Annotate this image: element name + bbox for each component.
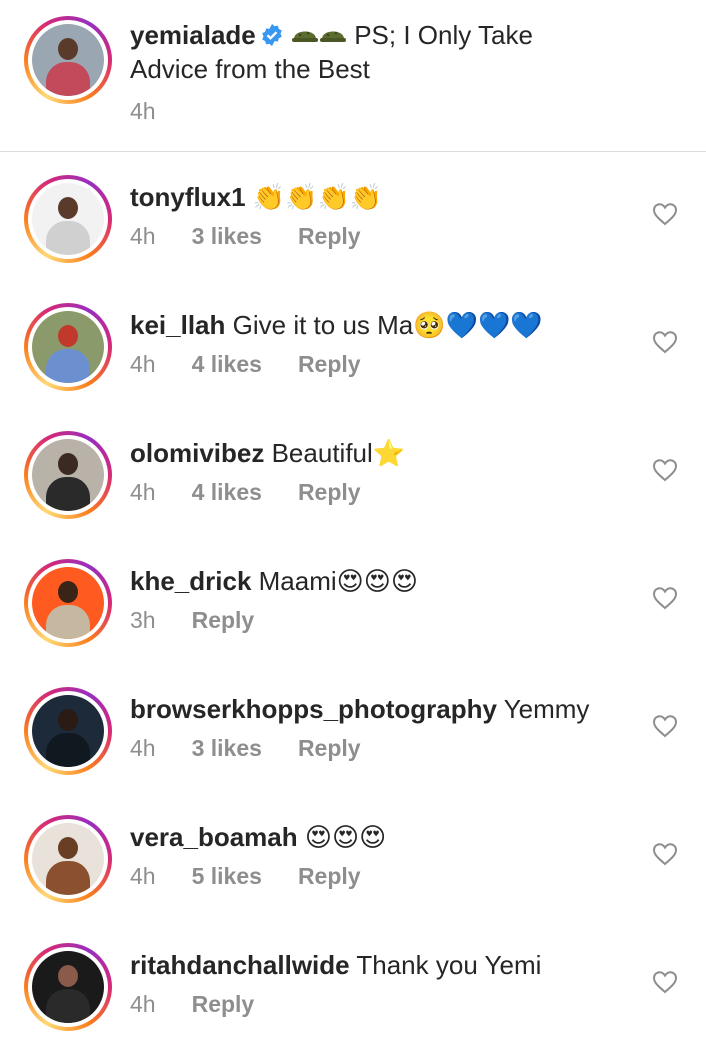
comment-row: khe_drick Maami😍😍😍 3h Reply [0,536,706,664]
comment-emoji: 🥺💙💙💙 [413,311,543,341]
comment-emoji: 😍😍😍 [304,823,387,853]
comment-time: 4h [130,479,156,505]
avatar [32,823,104,895]
commenter-username[interactable]: browserkhopps_photography [130,694,497,724]
avatar [32,567,104,639]
commenter-username[interactable]: ritahdanchallwide [130,950,350,980]
comment-time: 4h [130,735,156,761]
author-avatar[interactable] [24,16,112,104]
comment-time: 4h [130,351,156,377]
comment-emoji: 😍😍😍 [336,567,418,597]
comment-text: Beautiful [271,438,373,468]
commenter-avatar[interactable] [24,175,112,263]
comment-time: 4h [130,223,156,249]
heart-outline-icon[interactable] [652,970,678,994]
avatar [32,183,104,255]
author-username[interactable]: yemialade [130,20,256,50]
commenter-avatar[interactable] [24,943,112,1031]
helmet-emoji-icon [319,31,346,42]
comment-text: Yemmy [503,694,590,724]
commenter-username[interactable]: kei_llah [130,310,225,340]
avatar [32,951,104,1023]
comment-emoji: 👏👏👏👏 [252,183,383,213]
comment-likes[interactable]: 4 likes [192,479,262,506]
comment-row: tonyflux1 👏👏👏👏 4h 3 likes Reply [0,152,706,280]
reply-button[interactable]: Reply [298,351,361,378]
comment-likes[interactable]: 3 likes [192,735,262,762]
comment-likes[interactable]: 5 likes [192,863,262,890]
reply-button[interactable]: Reply [298,223,361,250]
helmet-emoji-icon [291,31,318,42]
comment-row: vera_boamah 😍😍😍 4h 5 likes Reply [0,792,706,920]
comment-row: ritahdanchallwide Thank you Yemi 4h Reply [0,920,706,1048]
comment-likes[interactable]: 3 likes [192,223,262,250]
commenter-username[interactable]: vera_boamah [130,822,298,852]
reply-button[interactable]: Reply [192,607,255,634]
commenter-avatar[interactable] [24,559,112,647]
heart-outline-icon[interactable] [652,458,678,482]
comment-text: Maami [258,566,337,596]
heart-outline-icon[interactable] [652,586,678,610]
caption-time: 4h [130,98,156,124]
comment-row: kei_llah Give it to us Ma🥺💙💙💙 4h 4 likes R… [0,280,706,408]
verified-badge-icon [261,24,282,46]
commenter-avatar[interactable] [24,687,112,775]
heart-outline-icon[interactable] [652,842,678,866]
comment-likes[interactable]: 4 likes [192,351,262,378]
heart-outline-icon[interactable] [652,330,678,354]
avatar [32,695,104,767]
caption-block: yemialade PS; I Only Take Advice from th… [0,0,706,152]
heart-outline-icon[interactable] [652,202,678,226]
commenter-avatar[interactable] [24,303,112,391]
avatar [32,311,104,383]
reply-button[interactable]: Reply [192,991,255,1018]
comment-row: browserkhopps_photography Yemmy 4h 3 like… [0,664,706,792]
commenter-username[interactable]: khe_drick [130,566,251,596]
commenter-avatar[interactable] [24,815,112,903]
comment-row: olomivibez Beautiful⭐ 4h 4 likes Reply [0,408,706,536]
commenter-username[interactable]: olomivibez [130,438,264,468]
avatar [32,439,104,511]
commenter-username[interactable]: tonyflux1 [130,182,246,212]
caption-text: PS; I Only Take [346,20,533,50]
reply-button[interactable]: Reply [298,479,361,506]
comment-emoji: ⭐ [372,439,406,469]
reply-button[interactable]: Reply [298,735,361,762]
caption-text-line2: Advice from the Best [130,54,370,84]
heart-outline-icon[interactable] [652,714,678,738]
comment-time: 4h [130,863,156,889]
comment-time: 3h [130,607,156,633]
comment-text: Thank you Yemi [356,950,542,980]
reply-button[interactable]: Reply [298,863,361,890]
comment-time: 4h [130,991,156,1017]
comment-text: Give it to us Ma [232,310,414,340]
commenter-avatar[interactable] [24,431,112,519]
comment-list: tonyflux1 👏👏👏👏 4h 3 likes Reply kei_llah G… [0,152,706,1048]
